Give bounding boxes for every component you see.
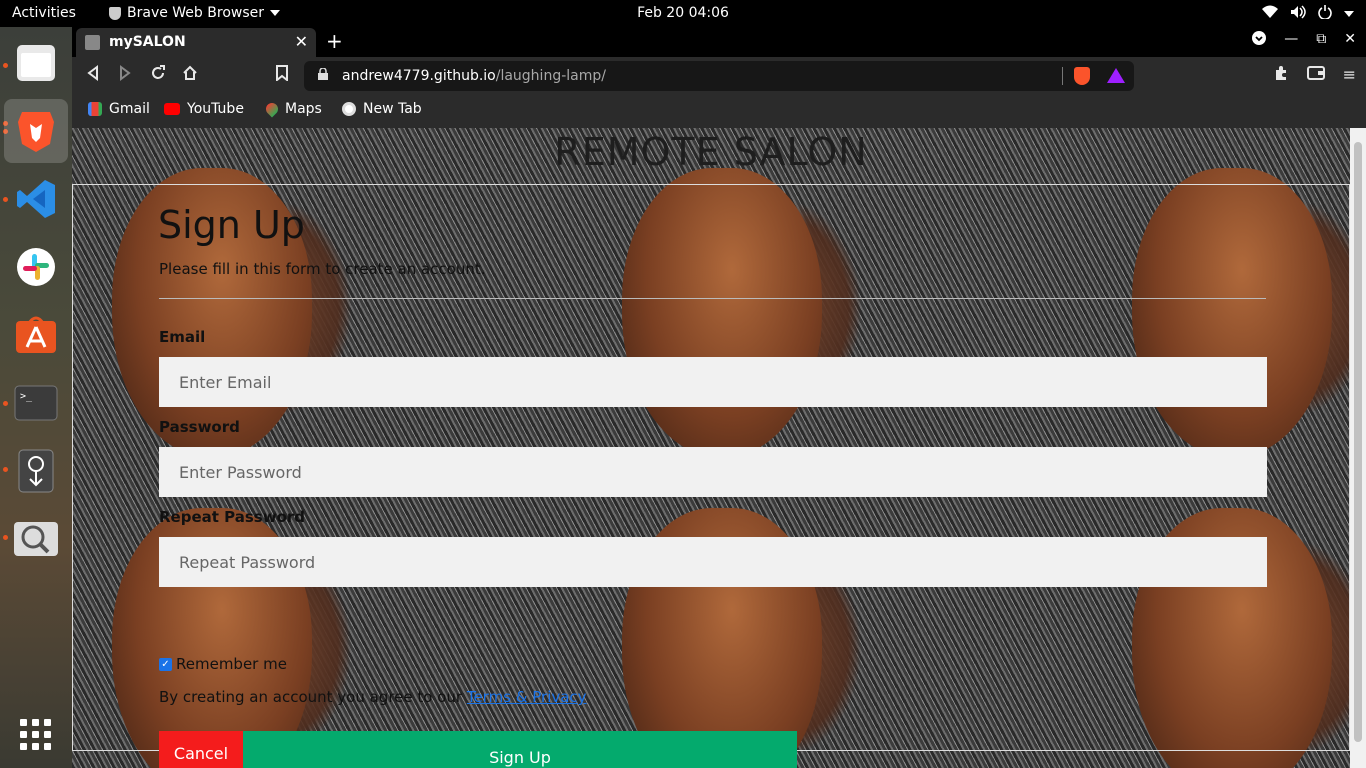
svg-text:>_: >_ [20,391,33,402]
remember-me-label: Remember me [176,655,287,673]
toolbar-right: ≡ [1273,65,1356,85]
chevron-down-icon [1344,11,1354,17]
clock[interactable]: Feb 20 04:06 [0,5,1366,21]
slack-icon[interactable] [4,235,68,299]
screenshot-icon[interactable] [4,507,68,571]
home-icon[interactable] [182,65,198,85]
signup-button[interactable]: Sign Up [243,731,797,768]
password-field[interactable] [159,447,1267,497]
volume-icon [1290,5,1306,23]
remember-me-checkbox[interactable]: ✓ [159,657,172,671]
wifi-icon [1262,5,1278,23]
navigation-toolbar: andrew4779.github.io/laughing-lamp/ ≡ [72,57,1366,95]
gmail-icon [88,102,102,116]
terms-text: By creating an account you agree to our … [159,688,587,706]
maximize-button[interactable]: ⧉ [1316,31,1326,49]
app-center-icon[interactable] [4,303,68,367]
youtube-icon [164,103,180,115]
brave-shields-icon[interactable] [1074,67,1090,85]
bookmark-new-tab[interactable]: New Tab [342,101,422,117]
bookmark-label: Gmail [109,101,150,117]
close-tab-icon[interactable]: ✕ [295,32,308,51]
new-tab-button[interactable]: + [326,29,343,53]
terms-link[interactable]: Terms & Privacy [467,688,587,706]
repeat-password-label: Repeat Password [159,508,306,526]
terms-prefix: By creating an account you agree to our [159,688,467,706]
url-host: andrew4779.github.io [342,68,496,84]
privacy-icon[interactable] [4,439,68,503]
tab-search-icon[interactable] [1252,31,1267,49]
vscode-icon[interactable] [4,167,68,231]
maps-icon [263,100,281,118]
globe-icon [342,102,356,116]
bookmark-label: YouTube [187,101,244,117]
dock: >_ [0,27,72,768]
tab-title: mySALON [109,34,186,50]
system-tray[interactable] [1262,5,1354,23]
password-label: Password [159,418,240,436]
form-subtitle: Please fill in this form to create an ac… [159,260,486,278]
browser-chrome: mySALON ✕ + — ⧉ ✕ andrew4779.github.io/l… [72,27,1366,128]
bookmark-gmail[interactable]: Gmail [88,101,150,117]
favicon [85,35,100,50]
email-field[interactable] [159,357,1267,407]
lock-icon[interactable] [318,67,328,80]
form-title: Sign Up [158,203,305,247]
wallet-icon[interactable] [1306,65,1325,85]
menu-icon[interactable]: ≡ [1343,65,1356,85]
app-grid-icon[interactable] [4,703,68,767]
url-text: andrew4779.github.io/laughing-lamp/ [342,68,606,84]
divider [159,298,1266,299]
minimize-button[interactable]: — [1284,31,1298,49]
cancel-button[interactable]: Cancel [159,731,243,768]
remember-me[interactable]: ✓ Remember me [159,655,287,673]
site-title: REMOTE SALON [554,130,868,174]
tab-mysalon[interactable]: mySALON ✕ [76,28,316,57]
tab-strip: mySALON ✕ + — ⧉ ✕ [72,27,1366,57]
bookmark-youtube[interactable]: YouTube [164,101,244,117]
bookmark-icon[interactable] [276,65,288,85]
address-bar[interactable]: andrew4779.github.io/laughing-lamp/ [304,61,1134,91]
terminal-icon[interactable]: >_ [4,371,68,435]
back-icon[interactable] [86,65,100,85]
files-icon[interactable] [4,31,68,95]
bookmark-maps[interactable]: Maps [263,100,322,118]
email-label: Email [159,328,206,346]
power-icon [1318,5,1332,23]
window-controls: — ⧉ ✕ [1252,31,1356,49]
extensions-icon[interactable] [1273,65,1289,85]
signup-form: Sign Up Please fill in this form to crea… [72,184,1350,768]
page-scrollbar[interactable] [1350,128,1366,768]
scrollbar-thumb[interactable] [1354,142,1362,742]
brave-rewards-icon[interactable] [1107,68,1125,83]
close-window-button[interactable]: ✕ [1344,31,1356,49]
system-top-bar: Activities Brave Web Browser Feb 20 04:0… [0,0,1366,27]
reload-icon[interactable] [150,65,166,85]
brave-icon[interactable] [4,99,68,163]
repeat-password-field[interactable] [159,537,1267,587]
bookmarks-bar: Gmail YouTube Maps New Tab [72,95,1366,128]
divider [1062,67,1063,85]
bookmark-label: Maps [285,101,322,117]
web-page: REMOTE SALON Sign Up Please fill in this… [72,128,1350,768]
forward-icon[interactable] [118,65,132,85]
url-path: /laughing-lamp/ [495,68,606,84]
bookmark-label: New Tab [363,101,422,117]
